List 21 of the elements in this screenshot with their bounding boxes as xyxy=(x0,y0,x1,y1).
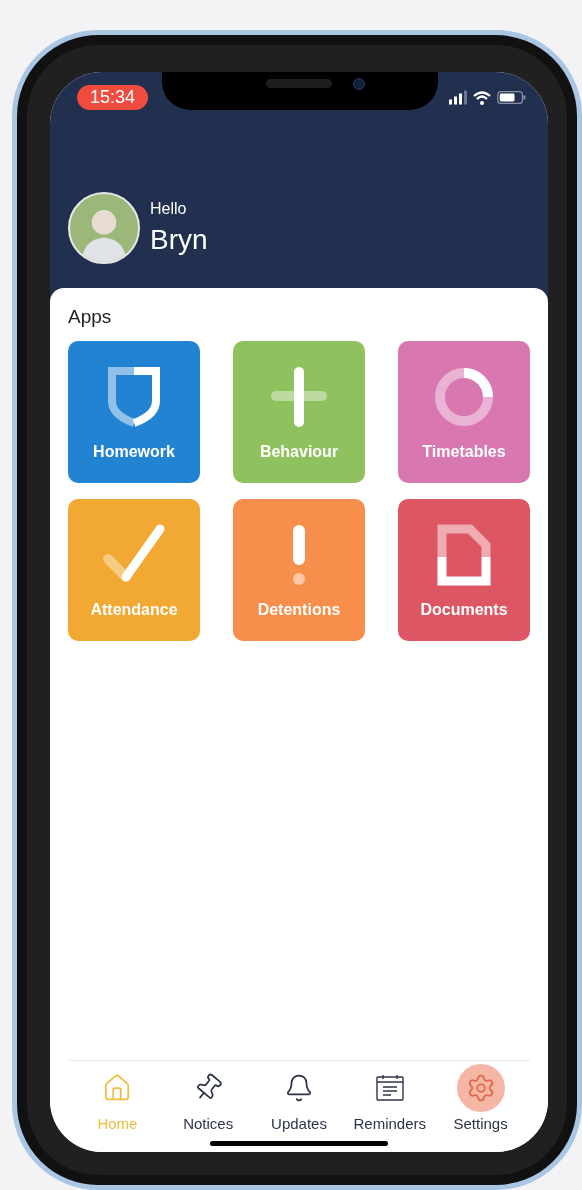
tab-item[interactable]: Reminders xyxy=(344,1066,436,1152)
status-time: 15:34 xyxy=(77,85,149,110)
ring-icon xyxy=(432,365,496,429)
wifi-icon xyxy=(473,90,491,105)
app-tile[interactable]: Detentions xyxy=(233,499,365,641)
calendar-icon xyxy=(374,1073,405,1103)
user-name: Bryn xyxy=(150,224,208,256)
app-tile[interactable]: Behaviour xyxy=(233,341,365,483)
app-tile[interactable]: Homework xyxy=(68,341,200,483)
app-tile[interactable]: Attendance xyxy=(68,499,200,641)
battery-icon xyxy=(497,91,526,104)
greeting-text: Hello xyxy=(150,200,188,218)
bell-icon xyxy=(284,1073,314,1103)
app-tile[interactable]: Documents xyxy=(398,499,530,641)
document-icon xyxy=(436,523,492,587)
app-tile[interactable]: Timetables xyxy=(398,341,530,483)
tab-item[interactable]: Notices xyxy=(162,1066,254,1152)
signal-icon xyxy=(449,90,467,105)
tab-item[interactable]: Settings xyxy=(435,1066,526,1152)
section-title: Apps xyxy=(68,306,113,328)
tab-item[interactable]: Updates xyxy=(253,1066,345,1152)
